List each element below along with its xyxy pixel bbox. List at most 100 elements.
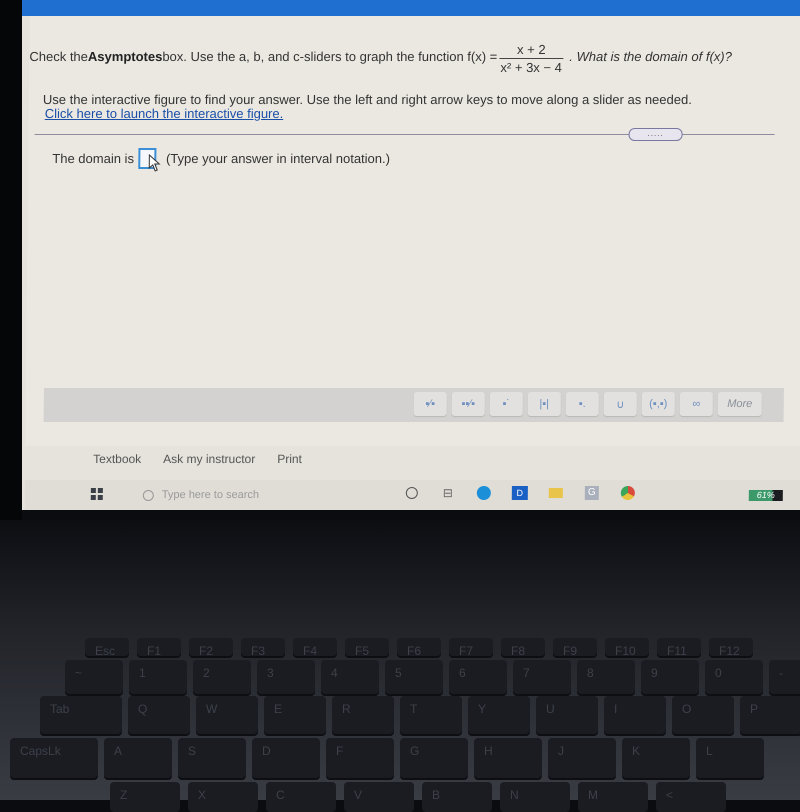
key-label: ~ <box>75 666 83 680</box>
task-view-icon[interactable]: ⊟ <box>439 484 457 502</box>
key-label: 0 <box>715 666 722 680</box>
key-label: 4 <box>331 666 338 680</box>
key-f4[interactable]: F4 <box>293 638 337 658</box>
battery-indicator[interactable]: 61% <box>748 490 783 501</box>
key-label: - <box>779 666 783 680</box>
key-5[interactable]: 5 <box>385 660 443 694</box>
key-z[interactable]: Z <box>110 782 180 812</box>
key-v[interactable]: V <box>344 782 414 812</box>
key-[interactable]: - <box>769 660 800 694</box>
key-x[interactable]: X <box>188 782 258 812</box>
key-7[interactable]: 7 <box>513 660 571 694</box>
infinity-button[interactable]: ∞ <box>679 392 713 416</box>
exponent-button[interactable]: ▪˙ <box>489 392 523 416</box>
cortana-icon[interactable] <box>403 484 421 502</box>
key-o[interactable]: O <box>672 696 734 734</box>
key-label: F1 <box>147 644 162 658</box>
mixed-number-button[interactable]: ▪▪⁄▪ <box>451 392 485 416</box>
key-q[interactable]: Q <box>128 696 190 734</box>
key-3[interactable]: 3 <box>257 660 315 694</box>
expand-pill-button[interactable]: ..... <box>628 128 683 141</box>
key-b[interactable]: B <box>422 782 492 812</box>
key-label: F4 <box>303 644 318 658</box>
key-e[interactable]: E <box>264 696 326 734</box>
windows-start-icon[interactable] <box>90 488 103 500</box>
key-tab[interactable]: Tab <box>40 696 122 734</box>
key-f12[interactable]: F12 <box>709 638 753 658</box>
laptop-screen: Check the Asymptotes box. Use the a, b, … <box>2 0 800 510</box>
key-0[interactable]: 0 <box>705 660 763 694</box>
key-n[interactable]: N <box>500 782 570 812</box>
more-button[interactable]: More <box>717 392 762 416</box>
union-button[interactable]: ∪ <box>603 392 637 416</box>
key-f3[interactable]: F3 <box>241 638 285 658</box>
domain-answer-input[interactable] <box>137 148 161 172</box>
key-d[interactable]: D <box>252 738 320 778</box>
numerator: x + 2 <box>517 42 546 57</box>
key-f8[interactable]: F8 <box>501 638 545 658</box>
key-u[interactable]: U <box>536 696 598 734</box>
key-s[interactable]: S <box>178 738 246 778</box>
edge-icon[interactable] <box>475 484 493 502</box>
key-a[interactable]: A <box>104 738 172 778</box>
fraction-icon: ▪⁄▪ <box>425 398 436 410</box>
key-label: F7 <box>459 644 474 658</box>
key-k[interactable]: K <box>622 738 690 778</box>
key-w[interactable]: W <box>196 696 258 734</box>
taskbar-search[interactable]: Type here to search <box>121 484 361 506</box>
key-m[interactable]: M <box>578 782 648 812</box>
subscript-button[interactable]: ▪. <box>565 392 599 416</box>
more-icon: More <box>727 398 753 410</box>
key-j[interactable]: J <box>548 738 616 778</box>
textbook-link[interactable]: Textbook <box>93 452 141 466</box>
key-label: 9 <box>651 666 658 680</box>
interval-icon: (▪,▪) <box>649 398 668 410</box>
fraction-button[interactable]: ▪⁄▪ <box>413 392 447 416</box>
footer-links: Textbook Ask my instructor Print <box>93 452 302 466</box>
key-9[interactable]: 9 <box>641 660 699 694</box>
ask-instructor-link[interactable]: Ask my instructor <box>163 452 255 466</box>
key-i[interactable]: I <box>604 696 666 734</box>
mouse-pointer-icon <box>148 154 161 172</box>
key-r[interactable]: R <box>332 696 394 734</box>
key-f7[interactable]: F7 <box>449 638 493 658</box>
key-l[interactable]: L <box>696 738 764 778</box>
key-label: E <box>274 702 283 716</box>
chrome-icon[interactable] <box>619 484 637 502</box>
key-2[interactable]: 2 <box>193 660 251 694</box>
key-f6[interactable]: F6 <box>397 638 441 658</box>
key-f1[interactable]: F1 <box>137 638 181 658</box>
key-f[interactable]: F <box>326 738 394 778</box>
key-y[interactable]: Y <box>468 696 530 734</box>
key-t[interactable]: T <box>400 696 462 734</box>
key-capslk[interactable]: CapsLk <box>10 738 98 778</box>
key-6[interactable]: 6 <box>449 660 507 694</box>
key-p[interactable]: P <box>740 696 800 734</box>
key-[interactable]: ~ <box>65 660 123 694</box>
interval-button[interactable]: (▪,▪) <box>641 392 675 416</box>
key-f2[interactable]: F2 <box>189 638 233 658</box>
key-f9[interactable]: F9 <box>553 638 597 658</box>
key-h[interactable]: H <box>474 738 542 778</box>
key-label: 1 <box>139 666 146 680</box>
key-esc[interactable]: Esc <box>85 638 129 658</box>
key-8[interactable]: 8 <box>577 660 635 694</box>
key-f11[interactable]: F11 <box>657 638 701 658</box>
key-g[interactable]: G <box>400 738 468 778</box>
key-f10[interactable]: F10 <box>605 638 649 658</box>
key-label: A <box>114 744 123 758</box>
print-link[interactable]: Print <box>277 452 302 466</box>
key-1[interactable]: 1 <box>129 660 187 694</box>
key-f5[interactable]: F5 <box>345 638 389 658</box>
infinity-icon: ∞ <box>692 398 701 410</box>
launch-figure-link[interactable]: Click here to launch the interactive fig… <box>45 106 284 121</box>
absolute-value-button[interactable]: |▪| <box>527 392 561 416</box>
key-c[interactable]: C <box>266 782 336 812</box>
key-[interactable]: < <box>656 782 726 812</box>
google-icon[interactable]: G <box>583 484 601 502</box>
key-4[interactable]: 4 <box>321 660 379 694</box>
file-explorer-icon[interactable] <box>547 484 565 502</box>
key-label: CapsLk <box>20 744 61 758</box>
key-label: F5 <box>355 644 370 658</box>
dell-icon[interactable]: D <box>511 484 529 502</box>
